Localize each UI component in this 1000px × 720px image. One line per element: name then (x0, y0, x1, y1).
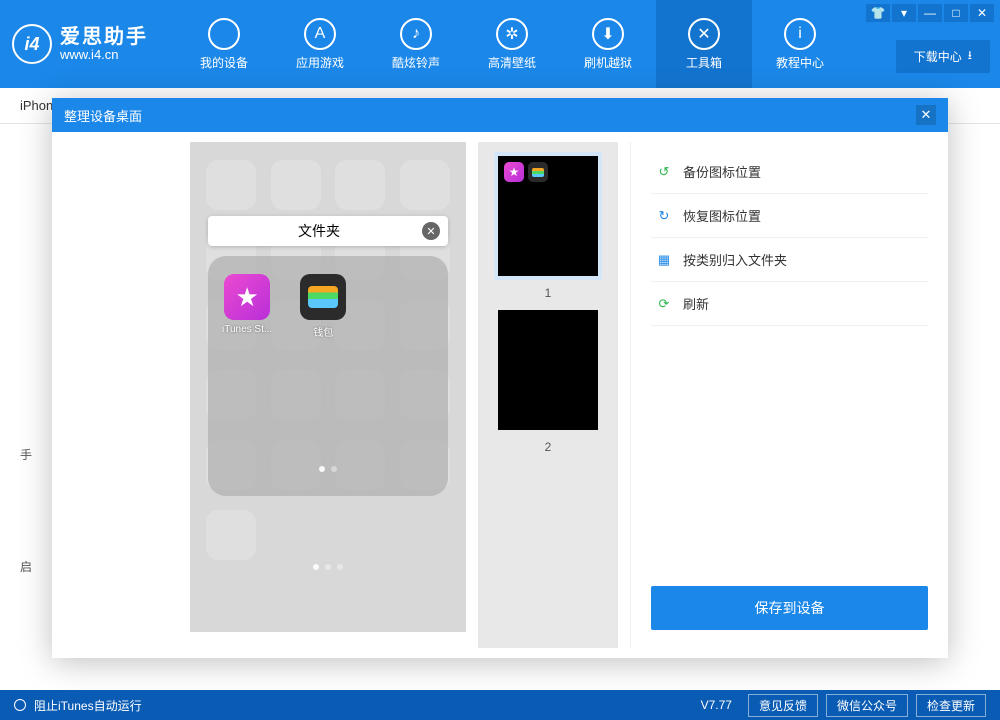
mini-wallet-icon (528, 162, 548, 182)
nav-wallpapers[interactable]: ✲高清壁纸 (464, 0, 560, 88)
menu-icon[interactable]: ▾ (892, 4, 916, 22)
brand-url: www.i4.cn (60, 48, 148, 62)
refresh-icon: ⟳ (655, 295, 673, 313)
download-center-button[interactable]: 下载中心⭳ (896, 40, 990, 73)
page-thumbnails: ★ 1 2 (478, 142, 618, 648)
page-thumb-2[interactable] (494, 306, 602, 434)
backup-icons-button[interactable]: ↺ 备份图标位置 (651, 150, 928, 194)
radio-icon[interactable] (14, 699, 26, 711)
maximize-button[interactable]: □ (944, 4, 968, 22)
folder-page-dots (190, 466, 466, 472)
folder-name-input[interactable] (216, 223, 422, 239)
modal-title-text: 整理设备桌面 (64, 106, 142, 125)
version-label: V7.77 (701, 698, 732, 712)
apple-icon (208, 18, 240, 50)
page-thumb-1[interactable]: ★ (494, 152, 602, 280)
action-panel: ↺ 备份图标位置 ↻ 恢复图标位置 ▦ 按类别归入文件夹 ⟳ 刷新 保存到设备 (630, 142, 948, 648)
folder-name-field: ✕ (208, 216, 448, 246)
itunes-store-icon: ★ (224, 274, 270, 320)
minimize-button[interactable]: — (918, 4, 942, 22)
download-icon: ⭳ (968, 46, 972, 67)
thumb-label-1: 1 (545, 286, 552, 300)
box-icon: ⬇ (592, 18, 624, 50)
brand: i4 爱思助手 www.i4.cn (12, 24, 148, 64)
app-itunes-store[interactable]: ★ iTunes St... (222, 274, 272, 339)
phone-preview: ✕ ★ iTunes St... 钱包 (190, 142, 466, 632)
home-page-dots (190, 564, 466, 570)
logo-icon: i4 (12, 24, 52, 64)
tools-icon: ✕ (688, 18, 720, 50)
nav-flash[interactable]: ⬇刷机越狱 (560, 0, 656, 88)
save-to-device-button[interactable]: 保存到设备 (651, 586, 928, 630)
nav-ringtones[interactable]: ♪酷炫铃声 (368, 0, 464, 88)
nav-apps[interactable]: A应用游戏 (272, 0, 368, 88)
app-wallet[interactable]: 钱包 (300, 274, 346, 339)
nav-my-device[interactable]: 我的设备 (176, 0, 272, 88)
block-itunes-toggle[interactable]: 阻止iTunes自动运行 (34, 697, 142, 714)
wallet-icon (300, 274, 346, 320)
thumb-label-2: 2 (545, 440, 552, 454)
restore-icons-button[interactable]: ↻ 恢复图标位置 (651, 194, 928, 238)
app-header: i4 爱思助手 www.i4.cn 我的设备 A应用游戏 ♪酷炫铃声 ✲高清壁纸… (0, 0, 1000, 88)
check-update-button[interactable]: 检查更新 (916, 694, 986, 717)
nav-toolbox[interactable]: ✕工具箱 (656, 0, 752, 88)
app-icon: A (304, 18, 336, 50)
skin-icon[interactable]: 👕 (866, 4, 890, 22)
grid-icon: ▦ (655, 251, 673, 269)
window-controls: 👕 ▾ — □ ✕ (866, 4, 994, 22)
backup-icon: ↺ (655, 163, 673, 181)
restore-icon: ↻ (655, 207, 673, 225)
nav-tutorials[interactable]: i教程中心 (752, 0, 848, 88)
info-icon: i (784, 18, 816, 50)
sort-into-folders-button[interactable]: ▦ 按类别归入文件夹 (651, 238, 928, 282)
peek-text-a: 手 (20, 446, 32, 463)
brand-name: 爱思助手 (60, 26, 148, 48)
status-bar: 阻止iTunes自动运行 V7.77 意见反馈 微信公众号 检查更新 (0, 690, 1000, 720)
main-nav: 我的设备 A应用游戏 ♪酷炫铃声 ✲高清壁纸 ⬇刷机越狱 ✕工具箱 i教程中心 (176, 0, 848, 88)
mini-itunes-icon: ★ (504, 162, 524, 182)
clear-input-button[interactable]: ✕ (422, 222, 440, 240)
folder-contents[interactable]: ★ iTunes St... 钱包 (208, 256, 448, 496)
refresh-button[interactable]: ⟳ 刷新 (651, 282, 928, 326)
feedback-button[interactable]: 意见反馈 (748, 694, 818, 717)
flower-icon: ✲ (496, 18, 528, 50)
modal-close-button[interactable]: ✕ (916, 105, 936, 125)
arrange-desktop-modal: 整理设备桌面 ✕ ✕ ★ (52, 98, 948, 658)
folder-editor: ✕ ★ iTunes St... 钱包 (208, 216, 448, 496)
close-button[interactable]: ✕ (970, 4, 994, 22)
modal-titlebar: 整理设备桌面 ✕ (52, 98, 948, 132)
wechat-button[interactable]: 微信公众号 (826, 694, 908, 717)
peek-text-b: 启 (20, 558, 32, 575)
bell-icon: ♪ (400, 18, 432, 50)
